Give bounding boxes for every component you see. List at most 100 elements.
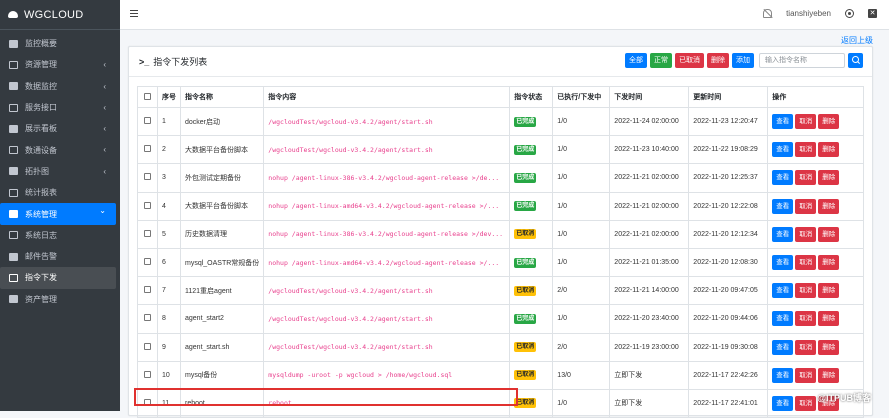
cell: 已完成	[510, 136, 553, 164]
sidebar-item-0[interactable]: 监控概要	[0, 33, 116, 54]
name-cell: 1121重启agent	[181, 277, 264, 305]
row-checkbox[interactable]	[144, 314, 151, 321]
cmd-cell: nohup /agent-linux-386-v3.4.2/wgcloud-ag…	[264, 220, 510, 248]
status-badge: 已完成	[514, 117, 536, 127]
row-delete-button[interactable]: 删除	[818, 368, 839, 383]
sidebar-item-5[interactable]: 数通设备‹	[0, 139, 116, 160]
exec-cell: 1/0	[553, 389, 610, 417]
row-checkbox[interactable]	[144, 286, 151, 293]
sidebar-item-12[interactable]: 资产管理	[0, 289, 116, 310]
view-button[interactable]: 查看	[772, 368, 793, 383]
name-cell: agent_start2	[181, 305, 264, 333]
view-button[interactable]: 查看	[772, 170, 793, 185]
filter-cancelled-button[interactable]: 已取消	[675, 53, 704, 68]
cancel-button[interactable]: 取消	[795, 283, 816, 298]
row-checkbox[interactable]	[144, 173, 151, 180]
sidebar-item-9[interactable]: 系统日志	[0, 225, 116, 246]
view-button[interactable]: 查看	[772, 114, 793, 129]
board-icon	[9, 125, 18, 133]
cell: 已取消	[510, 220, 553, 248]
cell: 已完成	[510, 305, 553, 333]
cancel-button[interactable]: 取消	[795, 227, 816, 242]
sidebar-item-10[interactable]: 邮件告警	[0, 246, 116, 267]
sidebar-nav: 监控概要资源管理‹数据监控‹服务接口‹展示看板‹数通设备‹拓扑图‹统计报表系统管…	[0, 30, 120, 310]
name-cell: 历史数据清理	[181, 220, 264, 248]
user-icon[interactable]	[845, 9, 854, 18]
sidebar-item-11[interactable]: 指令下发	[0, 267, 116, 288]
view-button[interactable]: 查看	[772, 340, 793, 355]
column-header: 下发时间	[610, 87, 689, 108]
menu-toggle-icon[interactable]	[130, 10, 138, 17]
cmd-cell: /wgcloudTest/wgcloud-v3.4.2/agent/start.…	[264, 277, 510, 305]
table-row: 5历史数据清理nohup /agent-linux-386-v3.4.2/wgc…	[138, 220, 864, 248]
sidebar-item-1[interactable]: 资源管理‹	[0, 54, 116, 75]
add-button[interactable]: 添加	[732, 53, 754, 68]
sidebar-item-2[interactable]: 数据监控‹	[0, 76, 116, 97]
row-checkbox[interactable]	[144, 145, 151, 152]
row-checkbox[interactable]	[144, 202, 151, 209]
row-checkbox[interactable]	[144, 230, 151, 237]
update_time-cell: 2022-11-23 12:20:47	[689, 108, 768, 136]
row-checkbox[interactable]	[144, 117, 151, 124]
cancel-button[interactable]: 取消	[795, 142, 816, 157]
cancel-button[interactable]: 取消	[795, 255, 816, 270]
chevron-down-icon: ⌄	[99, 206, 106, 215]
cancel-button[interactable]: 取消	[795, 340, 816, 355]
cancel-button[interactable]: 取消	[795, 114, 816, 129]
search-icon[interactable]	[848, 53, 863, 68]
row-delete-button[interactable]: 删除	[818, 114, 839, 129]
update_time-cell: 2022-11-20 12:08:30	[689, 248, 768, 276]
view-button[interactable]: 查看	[772, 199, 793, 214]
cancel-button[interactable]: 取消	[795, 170, 816, 185]
cmd-cell: /wgcloudTest/wgcloud-v3.4.2/agent/start.…	[264, 136, 510, 164]
update_time-cell: 2022-11-20 12:22:08	[689, 192, 768, 220]
sidebar-item-4[interactable]: 展示看板‹	[0, 118, 116, 139]
cancel-button[interactable]: 取消	[795, 311, 816, 326]
row-delete-button[interactable]: 删除	[818, 340, 839, 355]
row-delete-button[interactable]: 删除	[818, 199, 839, 214]
view-button[interactable]: 查看	[772, 227, 793, 242]
row-delete-button[interactable]: 删除	[818, 311, 839, 326]
sidebar-item-3[interactable]: 服务接口‹	[0, 97, 116, 118]
view-button[interactable]: 查看	[772, 142, 793, 157]
cancel-button[interactable]: 取消	[795, 368, 816, 383]
network-icon	[9, 146, 18, 154]
notification-muted-icon[interactable]	[763, 9, 772, 18]
filter-all-button[interactable]: 全部	[625, 53, 647, 68]
sidebar-item-6[interactable]: 拓扑图‹	[0, 161, 116, 182]
sidebar-item-7[interactable]: 统计报表	[0, 182, 116, 203]
cell: 查看取消删除	[768, 108, 864, 136]
row-delete-button[interactable]: 删除	[818, 142, 839, 157]
view-button[interactable]: 查看	[772, 311, 793, 326]
filter-normal-button[interactable]: 正常	[650, 53, 672, 68]
cell: 查看取消删除	[768, 333, 864, 361]
select-all-checkbox[interactable]	[138, 87, 158, 108]
view-button[interactable]: 查看	[772, 283, 793, 298]
back-link[interactable]: 返回上级	[841, 35, 873, 46]
username[interactable]: tianshiyeben	[786, 9, 831, 18]
cell: 查看取消删除	[768, 164, 864, 192]
cancel-button[interactable]: 取消	[795, 396, 816, 411]
row-delete-button[interactable]: 删除	[818, 227, 839, 242]
issue_time-cell: 2022-11-24 02:00:00	[610, 108, 689, 136]
watermark: @ITPUB博客	[817, 391, 871, 404]
cell: 已完成	[510, 192, 553, 220]
brand[interactable]: WGCLOUD	[0, 0, 120, 30]
view-button[interactable]: 查看	[772, 396, 793, 411]
delete-button[interactable]: 删除	[707, 53, 729, 68]
cmd-cell: nohup /agent-linux-386-v3.4.2/wgcloud-ag…	[264, 164, 510, 192]
sidebar-item-8[interactable]: 系统管理⌄	[0, 203, 116, 224]
cell: 已完成	[510, 108, 553, 136]
row-delete-button[interactable]: 删除	[818, 170, 839, 185]
row-checkbox[interactable]	[144, 371, 151, 378]
row-delete-button[interactable]: 删除	[818, 255, 839, 270]
logout-icon[interactable]: ✕	[868, 9, 877, 18]
cancel-button[interactable]: 取消	[795, 199, 816, 214]
row-checkbox[interactable]	[144, 343, 151, 350]
row-delete-button[interactable]: 删除	[818, 283, 839, 298]
search-input[interactable]: 输入指令名称	[759, 53, 845, 68]
row-checkbox[interactable]	[144, 258, 151, 265]
sidebar-item-label: 邮件告警	[25, 251, 57, 262]
cell	[138, 136, 158, 164]
view-button[interactable]: 查看	[772, 255, 793, 270]
